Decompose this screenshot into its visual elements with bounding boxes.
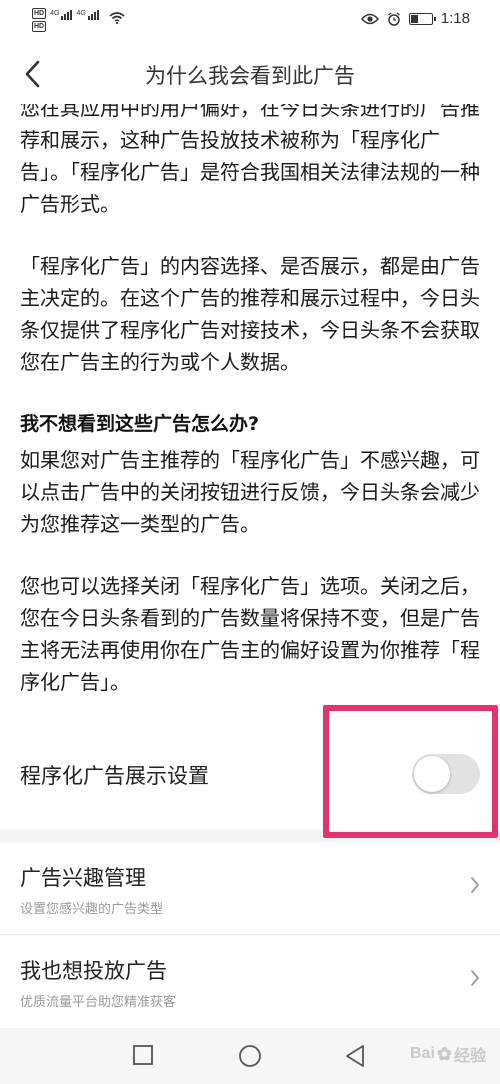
circle-icon[interactable] (238, 1044, 262, 1068)
system-nav-bar: Bai ✿ 经验 (0, 1028, 500, 1084)
signal-icon: 4G (76, 10, 99, 20)
menu-item-title: 广告兴趣管理 (20, 866, 146, 890)
battery-icon (408, 12, 436, 25)
article-body: 您在其应用中的用户偏好，在今日头条进行的广告推荐和展示，这种广告投放技术被称为「… (20, 92, 482, 728)
menu-item-ad-interest[interactable]: 广告兴趣管理 设置您感兴趣的广告类型 (0, 842, 500, 934)
section-gap (0, 830, 500, 842)
article-paragraph: 「程序化广告」的内容选择、是否展示，都是由广告主决定的。在这个广告的推荐和展示过… (20, 254, 480, 374)
nav-bar: 为什么我会看到此广告 (0, 44, 500, 104)
alarm-icon (387, 11, 400, 26)
clock: 1:18 (440, 10, 470, 27)
article-paragraph: 您在其应用中的用户偏好，在今日头条进行的广告推荐和展示，这种广告投放技术被称为「… (20, 92, 482, 220)
menu-item-subtitle: 优质流量平台助您精准获客 (20, 995, 177, 1010)
watermark-text: 经验 (453, 1048, 486, 1065)
toggle-knob (414, 756, 450, 792)
status-right: 1:18 (360, 10, 470, 27)
chevron-right-icon (471, 970, 480, 986)
article-paragraph: 如果您对广告主推荐的「程序化广告」不感兴趣，可以点击广告中的关闭按钮进行反馈，今… (20, 448, 480, 536)
menu-item-title: 我也想投放广告 (20, 959, 167, 983)
network-type: 4G (50, 10, 60, 17)
page-title: 为什么我会看到此广告 (145, 64, 355, 88)
hd-badge: HD (32, 21, 47, 32)
chevron-right-icon (471, 877, 480, 893)
signal-icon: 4G (50, 10, 73, 20)
menu-item-subtitle: 设置您感兴趣的广告类型 (20, 902, 164, 917)
article-content[interactable]: 您在其应用中的用户偏好，在今日头条进行的广告推荐和展示，这种广告投放技术被称为「… (0, 88, 500, 838)
status-left: HD HD 4G 4G (32, 8, 125, 32)
status-bar: HD HD 4G 4G 1:18 (0, 0, 500, 44)
setting-label: 程序化广告展示设置 (20, 764, 209, 788)
hd-badge: HD (32, 8, 47, 19)
ad-display-toggle[interactable] (412, 754, 480, 794)
eye-icon (360, 13, 379, 24)
network-type: 4G (76, 10, 86, 17)
paw-icon: ✿ (436, 1043, 452, 1064)
hd-badges: HD HD (32, 8, 47, 32)
article-heading: 我不想看到这些广告怎么办? (20, 413, 260, 435)
menu-item-advertise[interactable]: 我也想投放广告 优质流量平台助您精准获客 (0, 935, 500, 1027)
ad-display-setting-row: 程序化广告展示设置 (0, 742, 500, 822)
battery-fill (410, 14, 418, 23)
square-icon[interactable] (132, 1044, 154, 1066)
article-paragraph: 您也可以选择关闭「程序化广告」选项。关闭之后，您在今日头条看到的广告数量将保持不… (20, 574, 480, 694)
wifi-icon (109, 12, 125, 24)
triangle-back-icon[interactable] (344, 1044, 366, 1068)
watermark-text: Bai (409, 1045, 435, 1062)
watermark: Bai ✿ 经验 (410, 1042, 486, 1066)
